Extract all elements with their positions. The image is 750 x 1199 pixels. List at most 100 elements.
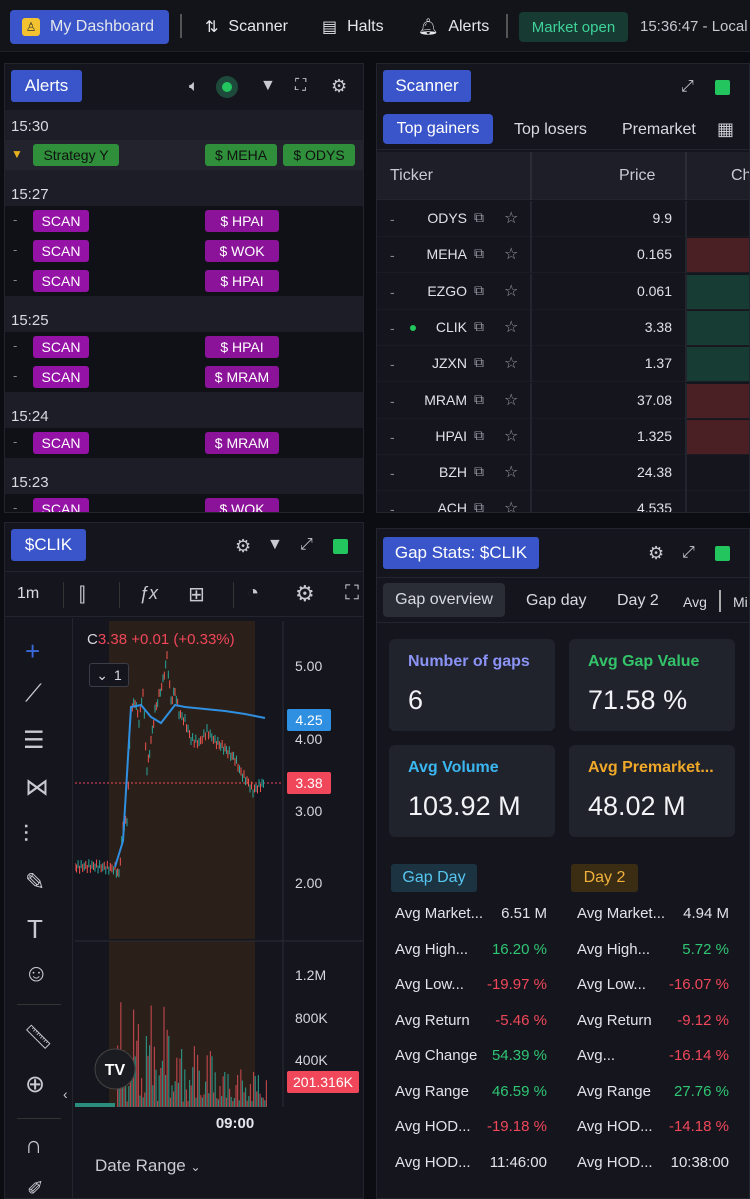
ticker-symbol[interactable]: ACH [417,500,467,512]
price-chart[interactable]: 5.004.003.002.00 1.2M800K400K 4.25 3.38 … [75,621,363,1173]
scanner-row[interactable]: - HPAI ⧉ ☆ 1.325 [377,418,749,455]
alert-row[interactable]: - SCAN $ HPAI [5,206,363,236]
crosshair-icon[interactable]: + [25,636,40,667]
ticker-badge[interactable]: $ ODYS [283,144,355,166]
external-link-icon[interactable]: ⧉ [474,245,484,262]
candles-icon[interactable]: ⫿ [79,584,85,607]
external-link-icon[interactable]: ⧉ [474,391,484,408]
external-link-icon[interactable]: ⧉ [474,463,484,480]
live-indicator-icon[interactable] [216,76,238,98]
star-icon[interactable]: ☆ [504,390,518,410]
expand-icon[interactable]: ⤢ [682,544,695,562]
ticker-symbol[interactable]: MEHA [417,246,467,262]
prediction-icon[interactable]: ⫶ [23,821,29,849]
link-color-icon[interactable] [715,80,730,95]
layout-icon[interactable]: ⊞ [188,582,205,607]
column-change[interactable]: Ch [731,167,749,185]
external-link-icon[interactable]: ⧉ [474,282,484,299]
ticker-badge[interactable]: $ HPAI [205,210,279,232]
chart-settings-icon[interactable]: ⚙ [295,581,315,607]
external-link-icon[interactable]: ⧉ [474,318,484,335]
ticker-symbol[interactable]: ODYS [417,210,467,226]
settings-icon[interactable]: ⚙ [331,76,347,97]
ticker-symbol[interactable]: BZH [417,464,467,480]
external-link-icon[interactable]: ⧉ [474,209,484,226]
star-icon[interactable]: ☆ [504,281,518,301]
tab-top-gainers[interactable]: Top gainers [383,114,493,144]
scanner-row[interactable]: - ODYS ⧉ ☆ 9.9 [377,201,749,237]
filter-icon[interactable]: ▼ [260,77,276,95]
alert-clock-icon[interactable]: ◔ [247,582,259,605]
star-icon[interactable]: ☆ [504,426,518,446]
tab-gap-overview[interactable]: Gap overview [383,583,505,617]
external-link-icon[interactable]: ⧉ [474,354,484,371]
alert-row[interactable]: - SCAN $ WOK [5,494,363,512]
external-link-icon[interactable]: ⧉ [474,499,484,512]
emoji-icon[interactable]: ☺ [24,960,49,988]
alerts-nav-button[interactable]: 🔔︎ Alerts [418,17,489,37]
ticker-badge[interactable]: $ WOK [205,240,279,262]
expand-icon[interactable]: ⤢ [300,536,313,554]
settings-icon[interactable]: ⚙ [648,543,664,564]
ticker-symbol[interactable]: EZGO [417,283,467,299]
tab-gap-day[interactable]: Gap day [526,592,586,610]
alert-row[interactable]: ▼ Strategy Y $ MEHA $ ODYS [5,140,363,170]
star-icon[interactable]: ☆ [504,317,518,337]
scanner-row[interactable]: - EZGO ⧉ ☆ 0.061 [377,273,749,310]
scanner-row[interactable]: - MEHA ⧉ ☆ 0.165 [377,237,749,274]
ticker-badge[interactable]: $ MRAM [205,366,279,388]
ticker-badge[interactable]: $ MEHA [205,144,277,166]
collapse-toolbar-icon[interactable]: ‹ [63,1086,68,1102]
interval-select[interactable]: 1m [17,585,39,603]
fib-icon[interactable]: ☰ [23,726,45,755]
sound-icon[interactable]: 🔈︎ [189,78,199,96]
tab-top-losers[interactable]: Top losers [514,121,587,139]
ticker-symbol[interactable]: JZXN [417,355,467,371]
magnet-icon[interactable]: ∩ [25,1132,42,1160]
scanner-row[interactable]: - BZH ⧉ ☆ 24.38 [377,455,749,492]
ticker-badge[interactable]: $ MRAM [205,432,279,454]
link-color-icon[interactable] [333,539,348,554]
panes-toggle[interactable]: ⌄ 1 [89,663,129,687]
settings-icon[interactable]: ⚙ [235,536,251,557]
tab-avg[interactable]: Avg [683,594,707,610]
expand-icon[interactable]: ⛶ [295,77,306,95]
pattern-icon[interactable]: ⋈ [25,773,49,802]
filter-icon[interactable]: ▼ [267,536,283,554]
star-icon[interactable]: ☆ [504,462,518,482]
star-icon[interactable]: ☆ [504,244,518,264]
date-range-button[interactable]: Date Range ⌄ [95,1156,201,1176]
star-icon[interactable]: ☆ [504,353,518,373]
scanner-nav-button[interactable]: ⇅ Scanner [205,17,288,37]
alert-row[interactable]: - SCAN $ MRAM [5,428,363,458]
column-ticker[interactable]: Ticker [390,167,433,185]
scanner-row[interactable]: - CLIK ⧉ ☆ 3.38 [377,309,749,346]
alert-row[interactable]: - SCAN $ HPAI [5,266,363,296]
halts-nav-button[interactable]: ▤ Halts [322,17,384,37]
tab-day-2[interactable]: Day 2 [617,592,659,610]
tab-premarket[interactable]: Premarket [622,121,696,139]
trendline-icon[interactable]: ⟋ [25,680,42,708]
star-icon[interactable]: ☆ [504,498,518,512]
scanner-row[interactable]: - ACH ⧉ ☆ 4.535 [377,491,749,512]
tab-more[interactable]: Mi [733,594,748,610]
alert-row[interactable]: - SCAN $ HPAI [5,332,363,362]
dashboard-button[interactable]: ♙ My Dashboard [10,10,169,44]
alert-row[interactable]: - SCAN $ MRAM [5,362,363,392]
expand-icon[interactable]: ⤢ [681,78,694,96]
zoom-in-icon[interactable]: ⊕ [25,1070,45,1099]
external-link-icon[interactable]: ⧉ [474,427,484,444]
grid-layout-icon[interactable]: ▦ [717,119,734,140]
indicators-icon[interactable]: ƒx [139,583,158,604]
column-price[interactable]: Price [619,167,655,185]
ticker-symbol[interactable]: CLIK [417,319,467,335]
text-icon[interactable]: T [27,914,43,945]
alert-row[interactable]: - SCAN $ WOK [5,236,363,266]
pencil-lock-icon[interactable]: ✐ [27,1176,44,1198]
ticker-symbol[interactable]: HPAI [417,428,467,444]
ticker-badge[interactable]: $ WOK [205,498,279,512]
ticker-badge[interactable]: $ HPAI [205,336,279,358]
ruler-icon[interactable]: 📏︎ [23,1023,53,1052]
scanner-row[interactable]: - MRAM ⧉ ☆ 37.08 [377,382,749,419]
scanner-row[interactable]: - JZXN ⧉ ☆ 1.37 [377,346,749,383]
